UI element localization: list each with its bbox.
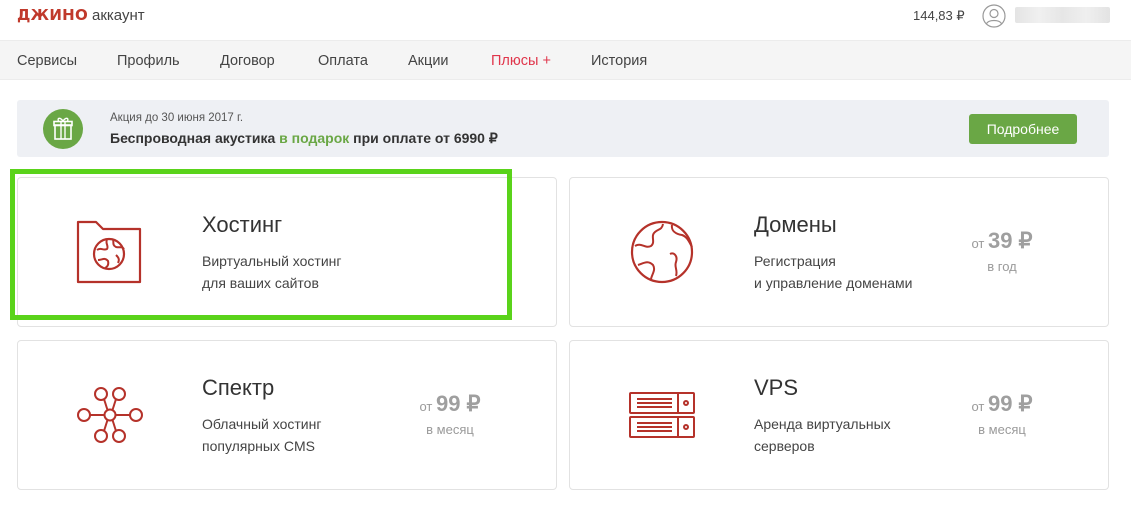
nav-item-services[interactable]: Сервисы [17,53,77,69]
logo[interactable]: ДЖИНО [17,6,88,24]
server-icon [626,379,698,451]
promo-date: Акция до 30 июня 2017 г. [110,112,244,124]
network-nodes-icon [74,379,146,451]
user-name-blurred[interactable] [1015,7,1110,23]
card-title: Спектр [202,375,275,400]
nav-item-payment[interactable]: Оплата [318,53,368,69]
card-title: VPS [754,375,799,400]
card-description: Регистрация и управление доменами [754,253,913,291]
promo-details-button[interactable]: Подробнее [969,114,1077,144]
price-period: в месяц [426,422,474,437]
price-value: 99 ₽ [435,391,481,416]
top-bar: ДЖИНО аккаунт 144,83 ₽ [0,0,1131,40]
promo-text: Беспроводная акустика в подарок при опла… [110,130,498,146]
globe-icon [626,216,698,288]
account-balance[interactable]: 144,83 ₽ [913,8,965,24]
service-card-spectr[interactable]: Спектр Облачный хостинг популярных CMS о… [17,340,557,490]
service-card-hosting[interactable]: Хостинг Виртуальный хостинг для ваших са… [17,177,557,327]
card-description: Облачный хостинг популярных CMS [202,416,322,454]
card-price: от 99 ₽ в месяц [402,391,498,437]
nav-item-pluses[interactable]: Плюсы + [491,53,551,69]
card-title: Домены [754,212,837,237]
promo-banner: Акция до 30 июня 2017 г. Беспроводная ак… [17,100,1109,157]
card-description: Виртуальный хостинг для ваших сайтов [202,253,342,291]
card-description: Аренда виртуальных серверов [754,416,891,454]
service-card-vps[interactable]: VPS Аренда виртуальных серверов от 99 ₽ … [569,340,1109,490]
card-title: Хостинг [202,212,283,237]
logo-subtitle: аккаунт [92,7,145,24]
price-value: 99 ₽ [987,391,1033,416]
price-value: 39 ₽ [987,228,1033,253]
user-icon[interactable] [982,4,1006,28]
nav-item-contract[interactable]: Договор [220,53,275,69]
card-price: от 39 ₽ в год [954,228,1050,274]
gift-icon [43,109,83,149]
nav-item-history[interactable]: История [591,53,647,69]
promo-highlight: в подарок [279,130,350,146]
service-card-domains[interactable]: Домены Регистрация и управление доменами… [569,177,1109,327]
card-price: от 99 ₽ в месяц [954,391,1050,437]
main-nav: Сервисы Профиль Договор Оплата Акции Плю… [0,40,1131,80]
nav-item-profile[interactable]: Профиль [117,53,180,69]
price-period: в месяц [978,422,1026,437]
hosting-folder-globe-icon [74,216,146,288]
price-period: в год [987,259,1017,274]
nav-item-promotions[interactable]: Акции [408,53,449,69]
